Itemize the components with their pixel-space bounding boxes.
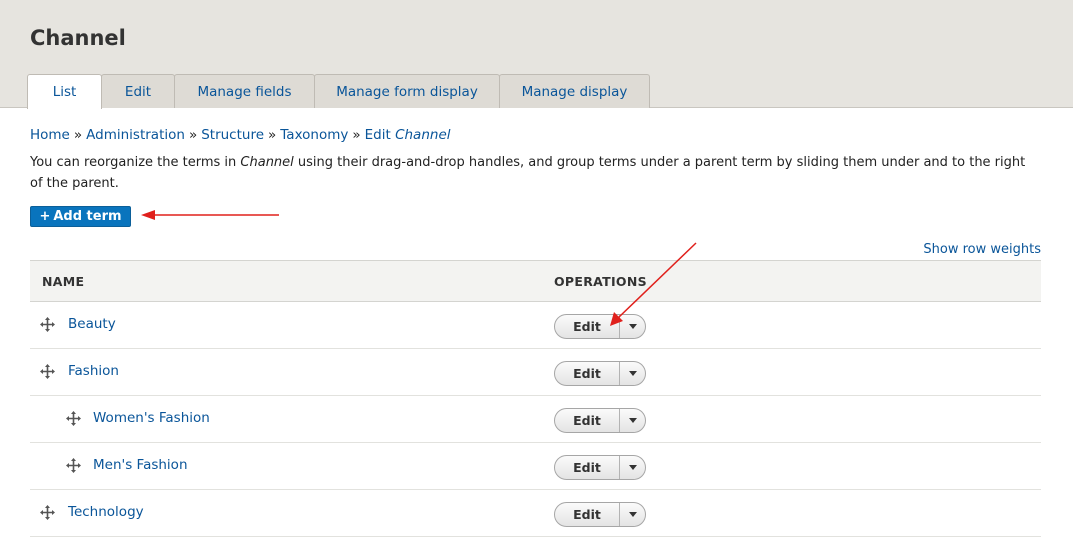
annotation-arrow-add-term [141, 210, 279, 220]
breadcrumb-administration[interactable]: Administration [86, 127, 185, 143]
tab-list[interactable]: List [27, 74, 102, 109]
add-term-button[interactable]: + Add term [30, 206, 131, 227]
table-header: NAME OPERATIONS [30, 260, 1041, 302]
dropbutton-toggle[interactable] [620, 315, 645, 338]
tab-manage-fields[interactable]: Manage fields [174, 74, 315, 108]
breadcrumb-vocabulary-name: Channel [395, 127, 451, 143]
page-title: Channel [30, 26, 126, 50]
tab-manage-display[interactable]: Manage display [499, 74, 650, 108]
breadcrumb: Home» Administration» Structure» Taxonomy» E… [30, 126, 451, 144]
drag-handle-icon[interactable] [40, 505, 55, 520]
breadcrumb-home[interactable]: Home [30, 127, 70, 143]
drag-handle-icon[interactable] [66, 458, 81, 473]
dropbutton-toggle[interactable] [620, 409, 645, 432]
breadcrumb-structure[interactable]: Structure [201, 127, 264, 143]
term-link-womens-fashion[interactable]: Women's Fashion [93, 410, 210, 426]
drag-handle-icon[interactable] [66, 411, 81, 426]
table-row: Men's Fashion Edit [30, 443, 1041, 490]
breadcrumb-separator: » [188, 127, 198, 143]
edit-button[interactable]: Edit [555, 503, 620, 526]
term-link-beauty[interactable]: Beauty [68, 316, 116, 332]
tab-edit[interactable]: Edit [101, 74, 175, 108]
help-description: You can reorganize the terms in Channel … [30, 152, 1040, 194]
operations-dropbutton: Edit [554, 455, 646, 480]
table-row: Fashion Edit [30, 349, 1041, 396]
table-row: Beauty Edit [30, 302, 1041, 349]
edit-button[interactable]: Edit [555, 456, 620, 479]
drag-handle-icon[interactable] [40, 364, 55, 379]
operations-dropbutton: Edit [554, 502, 646, 527]
terms-table: NAME OPERATIONS Beauty Edit Fashion Edit… [30, 260, 1041, 537]
breadcrumb-taxonomy[interactable]: Taxonomy [280, 127, 348, 143]
term-link-fashion[interactable]: Fashion [68, 363, 119, 379]
breadcrumb-separator: » [352, 127, 361, 143]
breadcrumb-separator: » [268, 127, 277, 143]
caret-down-icon [628, 324, 637, 329]
column-header-operations: OPERATIONS [554, 273, 647, 289]
breadcrumb-separator: » [73, 127, 83, 143]
operations-dropbutton: Edit [554, 314, 646, 339]
caret-down-icon [628, 418, 637, 423]
plus-icon: + [39, 209, 51, 224]
edit-button[interactable]: Edit [555, 409, 620, 432]
term-link-mens-fashion[interactable]: Men's Fashion [93, 457, 188, 473]
edit-button[interactable]: Edit [555, 362, 620, 385]
caret-down-icon [628, 371, 637, 376]
table-row: Technology Edit [30, 490, 1041, 537]
page-header: Channel List Edit Manage fields Manage f… [0, 0, 1073, 109]
table-row: Women's Fashion Edit [30, 396, 1041, 443]
breadcrumb-edit-prefix: Edit [364, 127, 391, 143]
tab-manage-form-display[interactable]: Manage form display [314, 74, 500, 108]
add-term-label: Add term [53, 209, 122, 224]
operations-dropbutton: Edit [554, 361, 646, 386]
term-link-technology[interactable]: Technology [68, 504, 144, 520]
drag-handle-icon[interactable] [40, 317, 55, 332]
description-before: You can reorganize the terms in [30, 155, 241, 170]
dropbutton-toggle[interactable] [620, 503, 645, 526]
dropbutton-toggle[interactable] [620, 456, 645, 479]
description-vocabulary: Channel [240, 155, 294, 170]
show-row-weights-link[interactable]: Show row weights [923, 242, 1041, 257]
edit-button[interactable]: Edit [555, 315, 620, 338]
breadcrumb-edit-channel[interactable]: Edit Channel [365, 127, 451, 143]
column-header-name: NAME [42, 273, 85, 289]
caret-down-icon [628, 465, 637, 470]
operations-dropbutton: Edit [554, 408, 646, 433]
caret-down-icon [628, 512, 637, 517]
dropbutton-toggle[interactable] [620, 362, 645, 385]
primary-tabs: List Edit Manage fields Manage form disp… [27, 74, 650, 109]
